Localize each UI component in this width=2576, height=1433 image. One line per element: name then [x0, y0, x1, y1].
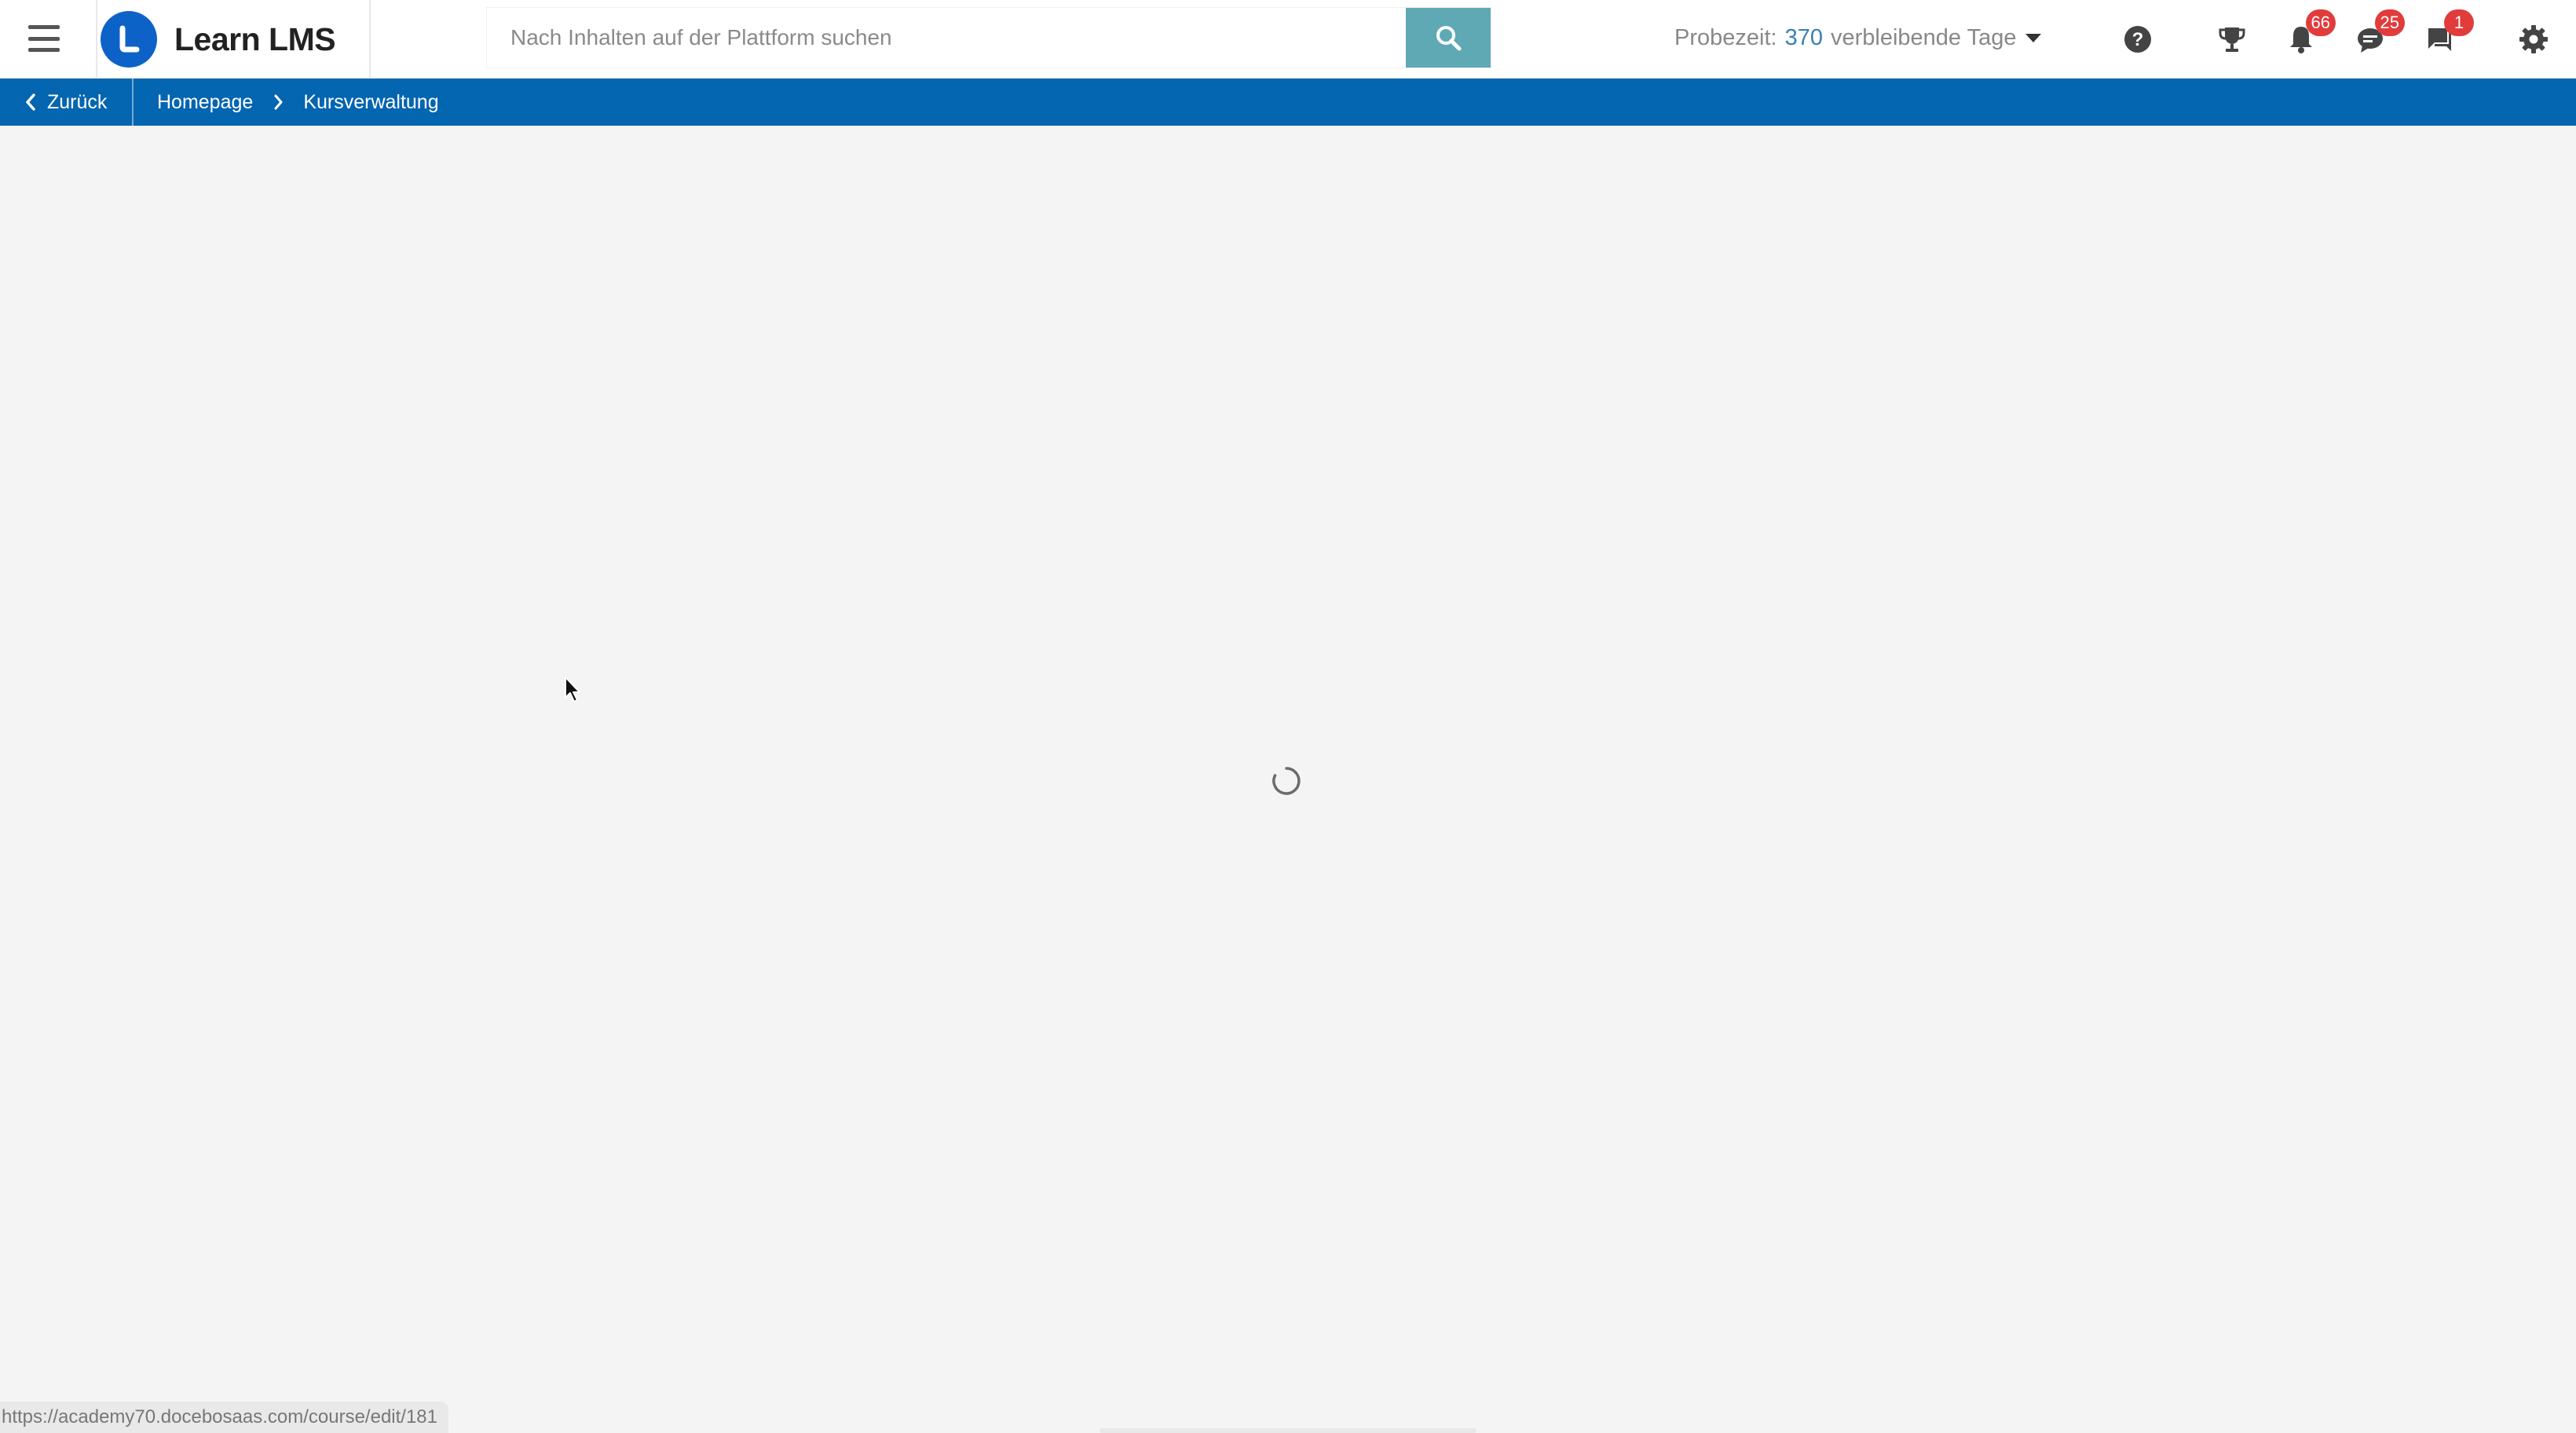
- chat-badge: 25: [2374, 9, 2405, 36]
- brand-home-link[interactable]: Learn LMS: [96, 0, 371, 79]
- notifications-badge: 66: [2305, 9, 2336, 36]
- chevron-right-icon: [273, 94, 283, 110]
- bottom-divider: [1100, 1428, 1476, 1433]
- messages-badge: 1: [2444, 9, 2474, 36]
- caret-down-icon: [2025, 33, 2042, 42]
- help-icon[interactable]: ?: [2119, 20, 2157, 58]
- mouse-cursor-icon: [565, 676, 580, 702]
- breadcrumb-item-current: Kursverwaltung: [303, 90, 439, 113]
- trial-period-dropdown[interactable]: Probezeit: 370 verbleibende Tage: [1674, 20, 2042, 55]
- back-button[interactable]: Zurück: [0, 79, 134, 126]
- status-url: https://academy70.docebosaas.com/course/…: [0, 1402, 448, 1433]
- brand-logo-icon: [101, 11, 157, 68]
- trophy-icon[interactable]: [2213, 20, 2251, 58]
- breadcrumb: Zurück Homepage Kursverwaltung: [0, 79, 2576, 126]
- trial-days: 370: [1784, 24, 1823, 50]
- search-input[interactable]: [487, 8, 1406, 68]
- notifications-button[interactable]: 66: [2282, 9, 2336, 58]
- gear-icon[interactable]: [2515, 20, 2552, 58]
- svg-text:?: ?: [2132, 29, 2144, 50]
- brand-name: Learn LMS: [174, 20, 336, 57]
- chat-button[interactable]: 25: [2351, 9, 2405, 58]
- spinner-icon: [1272, 767, 1301, 795]
- top-header: Learn LMS Probezeit: 370 verbleibende Ta…: [0, 0, 2576, 79]
- hamburger-menu-icon[interactable]: [28, 25, 60, 52]
- trial-label: Probezeit:: [1674, 24, 1777, 50]
- messages-button[interactable]: 1: [2420, 9, 2474, 58]
- search-button[interactable]: [1406, 8, 1491, 68]
- trial-suffix: verbleibende Tage: [1830, 24, 2017, 50]
- search-icon: [1436, 26, 1462, 51]
- breadcrumb-item-homepage[interactable]: Homepage: [157, 91, 253, 114]
- back-label: Zurück: [47, 90, 108, 113]
- chevron-left-icon: [26, 93, 35, 111]
- search-bar: [487, 8, 1491, 68]
